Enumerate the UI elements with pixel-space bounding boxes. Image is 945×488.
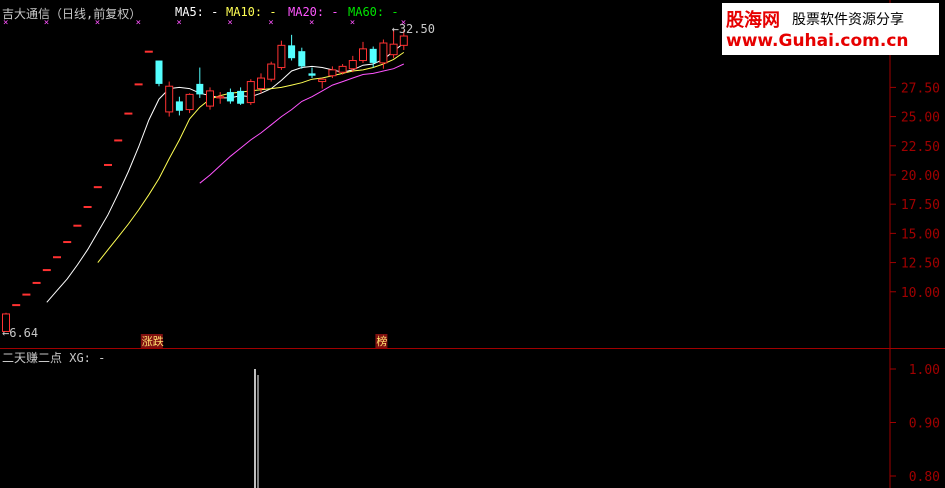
candle-body-24	[246, 81, 255, 104]
ma5-label: MA5: -	[175, 5, 219, 19]
candle-body-4	[42, 269, 51, 272]
indicator-pane: 1.00 0.90 0.80	[254, 363, 940, 488]
candle-body-23	[237, 90, 245, 104]
signal-x-mark-7: ×	[309, 18, 314, 28]
signal-x-mark-9: ×	[401, 18, 406, 28]
watermark-url: www.Guhai.com.cn	[726, 31, 909, 51]
candle-body-2	[22, 293, 31, 296]
candle-body-16	[165, 85, 174, 113]
ma60-label: MA60: -	[348, 5, 399, 19]
candle-body-10	[104, 163, 112, 166]
candle-body-15	[155, 60, 163, 84]
watermark-tagline: 股票软件资源分享	[792, 12, 904, 28]
signal-x-mark-5: ×	[227, 18, 232, 28]
candle-body-3	[32, 281, 41, 284]
indicator-tick-label-0: 1.00	[909, 363, 940, 378]
price-axis: 10.00 12.50 15.00 17.50 20.00 22.50 25.00 27.50	[890, 81, 940, 301]
ma20-label: MA20: -	[288, 5, 339, 19]
candle-body-35	[359, 48, 367, 62]
price-tick-label-6: 25.00	[901, 111, 940, 126]
candle-body-34	[348, 60, 357, 70]
marker-label-1: 榜	[376, 334, 387, 348]
candle-body-27	[277, 44, 286, 69]
indicator-tick-label-2: 0.80	[909, 470, 940, 485]
candle-body-9	[93, 186, 102, 189]
candles	[2, 29, 408, 332]
series-ma5-line	[46, 42, 405, 303]
indicator-tick-label-1: 0.90	[909, 417, 940, 432]
candle-body-21	[216, 96, 225, 99]
stock-title: 吉大通信（日线,前复权）	[2, 7, 142, 21]
candle-body-39	[399, 35, 408, 46]
candle-body-29	[298, 51, 306, 67]
guhai-watermark: 股海网 股票软件资源分享 www.Guhai.com.cn	[722, 3, 939, 55]
price-tick-label-5: 22.50	[901, 140, 940, 155]
indicator-label: 二天赚二点 XG: -	[2, 351, 106, 365]
signal-x-mark-4: ×	[176, 18, 181, 28]
signal-x-mark-8: ×	[350, 18, 355, 28]
max-price-label: ←32.50	[392, 22, 435, 36]
candle-body-37	[379, 42, 388, 64]
candle-body-32	[328, 69, 337, 77]
candle-body-18	[185, 93, 194, 111]
candle-body-5	[53, 256, 61, 259]
price-tick-label-4: 20.00	[901, 169, 940, 184]
price-tick-label-7: 27.50	[901, 81, 940, 96]
watermark-brand: 股海网	[726, 10, 780, 31]
candle-body-8	[83, 206, 92, 209]
candle-body-28	[288, 45, 296, 59]
candle-body-31	[318, 78, 327, 83]
price-tick-label-3: 17.50	[901, 198, 940, 213]
candle-body-1	[12, 304, 21, 307]
candle-body-17	[175, 101, 183, 111]
candle-body-25	[257, 77, 265, 90]
candle-body-14	[144, 50, 153, 53]
series-ma20-line	[199, 63, 405, 184]
chart-canvas: 10.00 12.50 15.00 17.50 20.00 22.50 25.00 27.50…	[0, 0, 945, 488]
price-tick-label-1: 12.50	[901, 257, 940, 272]
candle-body-20	[206, 90, 214, 107]
marker-label-0: 涨跌	[142, 334, 164, 348]
candle-body-6	[63, 241, 72, 244]
ma10-label: MA10: -	[226, 5, 277, 19]
annotations: ←32.50←6.64涨跌 榜× × × × × × × × × ×	[2, 18, 435, 348]
candle-body-13	[134, 83, 143, 86]
candle-body-26	[267, 63, 276, 80]
candle-body-36	[369, 48, 377, 63]
signal-x-mark-6: ×	[268, 18, 273, 28]
candle-body-19	[196, 83, 204, 95]
candle-body-12	[124, 112, 133, 115]
candle-body-33	[338, 65, 347, 73]
price-tick-label-2: 15.00	[901, 227, 940, 242]
candle-body-22	[226, 92, 234, 102]
min-price-label: ←6.64	[2, 326, 38, 340]
candle-body-30	[308, 73, 316, 76]
price-tick-label-0: 10.00	[901, 286, 940, 301]
candle-body-38	[389, 43, 398, 56]
ma-lines	[46, 42, 405, 303]
candle-body-11	[114, 139, 123, 142]
candle-body-7	[73, 224, 82, 227]
